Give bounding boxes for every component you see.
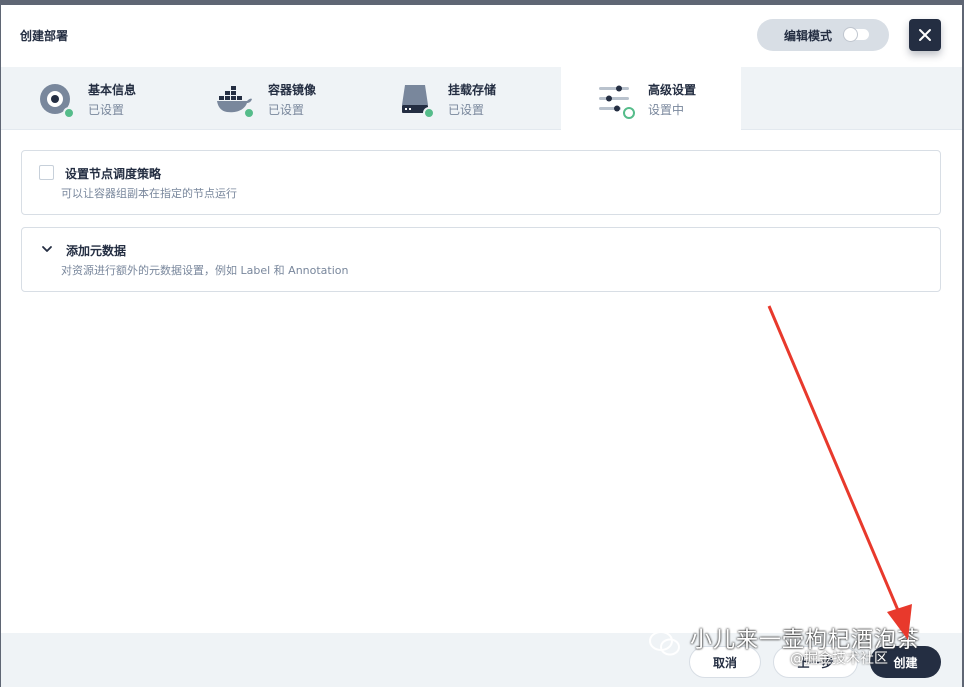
node-schedule-card: 设置节点调度策略 可以让容器组副本在指定的节点运行 [21, 150, 941, 215]
card-description: 对资源进行额外的元数据设置，例如 Label 和 Annotation [61, 264, 349, 277]
modal-header: 创建部署 编辑模式 [1, 5, 962, 67]
step-status: 已设置 [268, 103, 305, 117]
step-status: 已设置 [448, 103, 485, 117]
edit-mode-toggle[interactable]: 编辑模式 [757, 19, 889, 51]
card-title: 添加元数据 [66, 244, 127, 258]
modal-title: 创建部署 [20, 29, 69, 43]
status-dot [63, 107, 75, 119]
step-status: 已设置 [88, 103, 125, 117]
status-dot [243, 107, 255, 119]
step-advanced-settings[interactable]: 高级设置 设置中 [561, 67, 741, 130]
step-mount-storage[interactable]: 挂载存储 已设置 [361, 67, 541, 130]
chevron-down-icon[interactable] [41, 244, 53, 254]
edit-mode-label: 编辑模式 [784, 28, 833, 43]
create-deployment-modal: 创建部署 编辑模式 基本信息 已设置 容器镜像 已设置 挂载存储 已设置 高级设… [1, 0, 962, 687]
step-name: 挂载存储 [448, 83, 497, 97]
watermark-subtext: @掘金技术社区 [790, 651, 888, 667]
toggle-switch[interactable] [844, 28, 869, 41]
wechat-icon [649, 631, 680, 656]
step-name: 高级设置 [648, 83, 697, 97]
close-button[interactable] [909, 19, 941, 51]
card-description: 可以让容器组副本在指定的节点运行 [61, 187, 237, 200]
metadata-card[interactable]: 添加元数据 对资源进行额外的元数据设置，例如 Label 和 Annotatio… [21, 227, 941, 292]
toggle-knob [844, 28, 857, 41]
node-schedule-checkbox[interactable] [39, 165, 54, 180]
step-container-image[interactable]: 容器镜像 已设置 [181, 67, 361, 130]
step-name: 基本信息 [88, 83, 137, 97]
status-dot [423, 107, 435, 119]
step-tabs: 基本信息 已设置 容器镜像 已设置 挂载存储 已设置 高级设置 设置中 [1, 67, 962, 130]
step-basic-info[interactable]: 基本信息 已设置 [1, 67, 181, 130]
step-name: 容器镜像 [268, 83, 317, 97]
close-icon [919, 29, 931, 41]
step-status: 设置中 [648, 103, 685, 117]
status-dot [623, 107, 635, 119]
card-title: 设置节点调度策略 [65, 167, 162, 181]
